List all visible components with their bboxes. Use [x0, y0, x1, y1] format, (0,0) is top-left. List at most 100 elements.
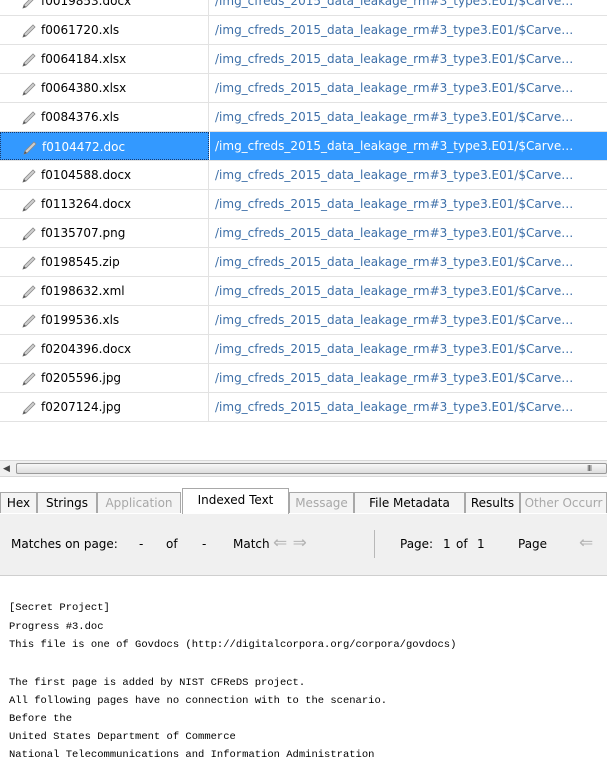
file-name: f0205596.jpg: [41, 371, 122, 385]
file-path-cell[interactable]: /img_cfreds_2015_data_leakage_rm#3_type3…: [210, 248, 607, 276]
text-line: United States Department of Commerce: [9, 731, 236, 743]
file-name-cell[interactable]: f0061720.xls: [0, 16, 209, 44]
matches-total-value: -: [202, 537, 207, 551]
page-nav-label: Page: [518, 537, 548, 551]
file-name-cell[interactable]: f0205596.jpg: [0, 364, 209, 392]
file-name-cell[interactable]: f0019853.docx: [0, 0, 209, 15]
scroll-left-arrow-icon[interactable]: ◀: [3, 463, 13, 475]
page-of-label: of: [456, 537, 468, 551]
table-row[interactable]: f0104588.docx/img_cfreds_2015_data_leaka…: [0, 161, 607, 190]
page-nav-arrows-icon[interactable]: ⇐: [579, 533, 607, 553]
file-path-cell[interactable]: /img_cfreds_2015_data_leakage_rm#3_type3…: [210, 132, 607, 160]
tab-indexed-text[interactable]: Indexed Text: [182, 488, 289, 514]
file-icon: [21, 0, 37, 10]
text-line: Before the: [9, 713, 73, 725]
table-row[interactable]: f0198632.xml/img_cfreds_2015_data_leakag…: [0, 277, 607, 306]
toolbar-separator: [374, 530, 375, 558]
file-name-cell[interactable]: f0084376.xls: [0, 103, 209, 131]
file-path-cell[interactable]: /img_cfreds_2015_data_leakage_rm#3_type3…: [210, 190, 607, 218]
table-row[interactable]: f0198545.zip/img_cfreds_2015_data_leakag…: [0, 248, 607, 277]
table-row[interactable]: f0064380.xlsx/img_cfreds_2015_data_leaka…: [0, 74, 607, 103]
file-icon: [21, 197, 37, 213]
file-icon: [21, 226, 37, 242]
file-name: f0019853.docx: [41, 0, 132, 8]
file-path-cell[interactable]: /img_cfreds_2015_data_leakage_rm#3_type3…: [210, 45, 607, 73]
file-path-cell[interactable]: /img_cfreds_2015_data_leakage_rm#3_type3…: [210, 393, 607, 421]
match-nav-arrows-icon[interactable]: ⇐ ⇒: [273, 533, 313, 553]
file-name-cell[interactable]: f0104472.doc: [0, 132, 209, 160]
table-row[interactable]: f0205596.jpg/img_cfreds_2015_data_leakag…: [0, 364, 607, 393]
table-row[interactable]: f0135707.png/img_cfreds_2015_data_leakag…: [0, 219, 607, 248]
text-line: National Telecommunications and Informat…: [9, 749, 375, 758]
file-name: f0207124.jpg: [41, 400, 122, 414]
table-row[interactable]: f0104472.doc/img_cfreds_2015_data_leakag…: [0, 132, 607, 161]
content-viewer-tabs: Hex Strings Application Indexed Text Message…: [0, 486, 607, 515]
scrollbar-grip: III: [587, 464, 592, 473]
match-label: Match: [233, 537, 270, 551]
file-name: f0204396.docx: [41, 342, 132, 356]
file-name-cell[interactable]: f0113264.docx: [0, 190, 209, 218]
tab-hex[interactable]: Hex: [0, 492, 37, 513]
file-name-cell[interactable]: f0064380.xlsx: [0, 74, 209, 102]
page-label: Page:: [400, 537, 434, 551]
file-name-cell[interactable]: f0135707.png: [0, 219, 209, 247]
file-name: f0198545.zip: [41, 255, 120, 269]
file-name: f0113264.docx: [41, 197, 132, 211]
tab-strings[interactable]: Strings: [37, 492, 97, 513]
file-icon: [21, 52, 37, 68]
file-icon: [21, 168, 37, 184]
text-line: All following pages have no connection w…: [9, 695, 388, 707]
tab-application: Application: [97, 492, 181, 513]
page-total-value: 1: [477, 537, 485, 551]
file-icon: [21, 400, 37, 416]
table-row[interactable]: f0064184.xlsx/img_cfreds_2015_data_leaka…: [0, 45, 607, 74]
text-line: This file is one of Govdocs (http://digi…: [9, 639, 457, 651]
file-name: f0104588.docx: [41, 168, 132, 182]
file-name: f0104472.doc: [42, 140, 126, 154]
table-row[interactable]: f0084376.xls/img_cfreds_2015_data_leakag…: [0, 103, 607, 132]
table-row[interactable]: f0019853.docx/img_cfreds_2015_data_leaka…: [0, 0, 607, 16]
file-name-cell[interactable]: f0204396.docx: [0, 335, 209, 363]
table-row[interactable]: f0061720.xls/img_cfreds_2015_data_leakag…: [0, 16, 607, 45]
tab-file-metadata[interactable]: File Metadata: [354, 492, 465, 513]
file-name: f0061720.xls: [41, 23, 120, 37]
table-row[interactable]: f0204396.docx/img_cfreds_2015_data_leaka…: [0, 335, 607, 364]
file-path-cell[interactable]: /img_cfreds_2015_data_leakage_rm#3_type3…: [210, 306, 607, 334]
indexed-text-content: [Secret Project] Progress #3.doc This file…: [0, 576, 607, 758]
file-icon: [21, 255, 37, 271]
file-list-table: f0019853.docx/img_cfreds_2015_data_leaka…: [0, 0, 607, 460]
file-path-cell[interactable]: /img_cfreds_2015_data_leakage_rm#3_type3…: [210, 219, 607, 247]
text-line: The first page is added by NIST CFReDS p…: [9, 677, 306, 689]
file-icon: [21, 110, 37, 126]
file-name: f0064184.xlsx: [41, 52, 127, 66]
file-icon: [21, 371, 37, 387]
tab-results[interactable]: Results: [465, 492, 520, 513]
file-path-cell[interactable]: /img_cfreds_2015_data_leakage_rm#3_type3…: [210, 364, 607, 392]
file-icon: [22, 140, 38, 156]
page-current-value: 1: [443, 537, 451, 551]
file-path-cell[interactable]: /img_cfreds_2015_data_leakage_rm#3_type3…: [210, 16, 607, 44]
file-path-cell[interactable]: /img_cfreds_2015_data_leakage_rm#3_type3…: [210, 103, 607, 131]
file-icon: [21, 342, 37, 358]
file-path-cell[interactable]: /img_cfreds_2015_data_leakage_rm#3_type3…: [210, 74, 607, 102]
file-name-cell[interactable]: f0207124.jpg: [0, 393, 209, 421]
file-path-cell[interactable]: /img_cfreds_2015_data_leakage_rm#3_type3…: [210, 277, 607, 305]
horizontal-scrollbar[interactable]: ◀ III: [0, 460, 607, 477]
tab-other-occurrences: Other Occurr: [520, 492, 607, 513]
file-name-cell[interactable]: f0198545.zip: [0, 248, 209, 276]
file-name-cell[interactable]: f0104588.docx: [0, 161, 209, 189]
file-name-cell[interactable]: f0199536.xls: [0, 306, 209, 334]
file-name-cell[interactable]: f0064184.xlsx: [0, 45, 209, 73]
file-path-cell[interactable]: /img_cfreds_2015_data_leakage_rm#3_type3…: [210, 335, 607, 363]
table-row[interactable]: f0207124.jpg/img_cfreds_2015_data_leakag…: [0, 393, 607, 422]
matches-current-value: -: [139, 537, 144, 551]
table-row[interactable]: f0113264.docx/img_cfreds_2015_data_leaka…: [0, 190, 607, 219]
file-path-cell[interactable]: /img_cfreds_2015_data_leakage_rm#3_type3…: [210, 0, 607, 15]
scrollbar-thumb[interactable]: III: [16, 463, 607, 474]
file-name-cell[interactable]: f0198632.xml: [0, 277, 209, 305]
file-path-cell[interactable]: /img_cfreds_2015_data_leakage_rm#3_type3…: [210, 161, 607, 189]
file-name: f0084376.xls: [41, 110, 120, 124]
file-name: f0064380.xlsx: [41, 81, 127, 95]
matches-of-label: of: [166, 537, 178, 551]
table-row[interactable]: f0199536.xls/img_cfreds_2015_data_leakag…: [0, 306, 607, 335]
